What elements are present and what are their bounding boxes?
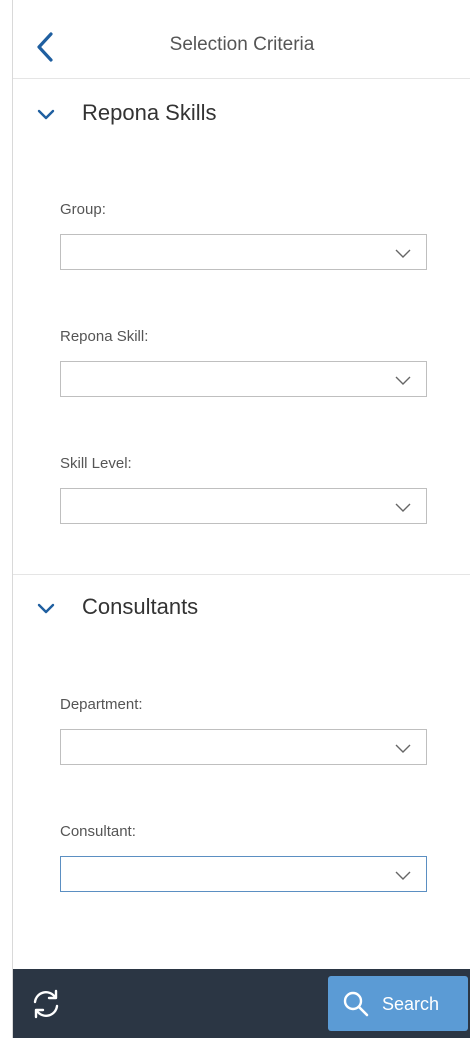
header: Selection Criteria (13, 0, 470, 79)
section-consultants-toggle[interactable]: Consultants (13, 590, 470, 630)
department-label: Department: (60, 696, 143, 713)
skill-level-label: Skill Level: (60, 455, 132, 472)
repona-skill-select[interactable] (60, 361, 427, 397)
skill-level-select[interactable] (60, 488, 427, 524)
section-title: Repona Skills (82, 100, 217, 125)
chevron-down-icon (37, 603, 55, 614)
search-button[interactable]: Search (328, 976, 468, 1031)
chevron-down-icon (395, 503, 411, 512)
group-select[interactable] (60, 234, 427, 270)
chevron-down-icon (395, 871, 411, 880)
refresh-icon (33, 989, 59, 1019)
repona-skill-label: Repona Skill: (60, 328, 149, 345)
section-repona-skills-toggle[interactable]: Repona Skills (13, 96, 470, 136)
page-title: Selection Criteria (169, 34, 315, 55)
consultant-label: Consultant: (60, 823, 136, 840)
chevron-down-icon (395, 744, 411, 753)
search-icon (343, 991, 369, 1017)
search-button-label: Search (382, 994, 440, 1014)
chevron-down-icon (395, 376, 411, 385)
consultant-select[interactable] (60, 856, 427, 892)
footer-toolbar: Search (13, 969, 470, 1038)
selection-panel: Selection Criteria Repona Skills Group: … (12, 0, 470, 1038)
refresh-button[interactable] (29, 987, 63, 1021)
chevron-down-icon (37, 109, 55, 120)
group-label: Group: (60, 201, 106, 218)
department-select[interactable] (60, 729, 427, 765)
chevron-down-icon (395, 249, 411, 258)
section-title: Consultants (82, 594, 199, 619)
section-divider (13, 574, 470, 575)
